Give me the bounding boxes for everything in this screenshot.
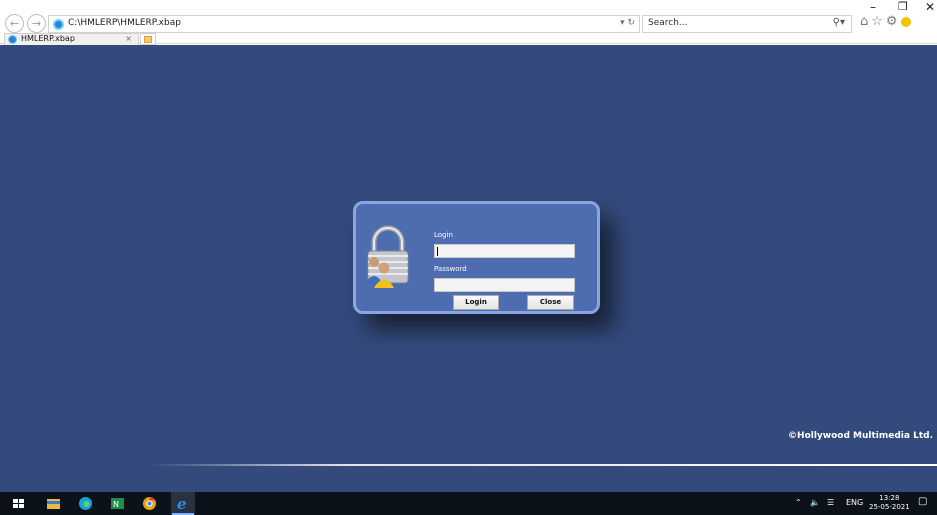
- back-arrow-icon: ←: [9, 17, 20, 30]
- restore-icon[interactable]: ❐: [898, 0, 908, 13]
- login-label: Login: [434, 231, 453, 239]
- internet-explorer-icon[interactable]: e: [176, 496, 191, 511]
- close-window-icon[interactable]: ✕: [925, 0, 935, 14]
- password-input[interactable]: [434, 278, 575, 292]
- feedback-smiley-icon[interactable]: [900, 16, 911, 27]
- ie-page-icon: [53, 19, 64, 30]
- home-icon[interactable]: ⌂: [860, 14, 871, 29]
- ie-tab-icon: [8, 35, 17, 44]
- new-tab-icon: [144, 36, 152, 43]
- login-button[interactable]: Login: [453, 295, 499, 310]
- clock-date: 25-05-2021: [869, 503, 910, 511]
- settings-gear-icon[interactable]: ⚙: [886, 14, 901, 29]
- footer-divider: [150, 464, 937, 466]
- notifications-icon[interactable]: ▢: [918, 496, 927, 507]
- forward-arrow-icon: →: [31, 17, 42, 30]
- forward-button[interactable]: →: [27, 14, 46, 33]
- text-caret: [437, 247, 438, 256]
- volume-icon[interactable]: 🔈: [810, 498, 820, 507]
- network-icon[interactable]: ☰: [827, 498, 834, 507]
- clock[interactable]: 13:28 25-05-2021: [869, 494, 910, 512]
- lock-users-icon: [365, 225, 409, 288]
- login-dialog: Login Password Login Close: [353, 201, 600, 314]
- show-hidden-icons[interactable]: ⌃: [795, 498, 802, 507]
- app-canvas: Login Password Login Close ©Hollywood Mu…: [0, 45, 937, 492]
- back-button[interactable]: ←: [5, 14, 24, 33]
- chrome-browser-icon[interactable]: [142, 496, 157, 511]
- copyright-text: ©Hollywood Multimedia Ltd.: [788, 431, 933, 441]
- address-bar[interactable]: C:\HMLERP\HMLERP.xbap ▾ ↻: [48, 15, 640, 33]
- browser-chrome: ← → C:\HMLERP\HMLERP.xbap ▾ ↻ Search... …: [0, 0, 937, 45]
- login-input[interactable]: [434, 244, 575, 258]
- minimize-icon[interactable]: –: [870, 0, 876, 14]
- windows-start-icon[interactable]: [11, 496, 26, 511]
- search-icon[interactable]: ⚲▾: [833, 17, 845, 28]
- clock-time: 13:28: [879, 494, 900, 502]
- edge-browser-icon[interactable]: [78, 496, 93, 511]
- address-text: C:\HMLERP\HMLERP.xbap: [68, 18, 181, 28]
- tab-title: HMLERP.xbap: [21, 34, 75, 43]
- spreadsheet-app-icon[interactable]: N: [110, 496, 125, 511]
- refresh-icon[interactable]: ▾ ↻: [620, 18, 635, 28]
- taskbar: N e ⌃ 🔈 ☰ ENG 13:28 25-05-2021 ▢: [0, 492, 937, 515]
- password-label: Password: [434, 265, 467, 273]
- toolbar-icons: ⌂☆⚙: [860, 14, 911, 29]
- search-placeholder: Search...: [648, 18, 688, 28]
- file-explorer-icon[interactable]: [46, 496, 61, 511]
- close-button[interactable]: Close: [527, 295, 574, 310]
- search-box[interactable]: Search... ⚲▾: [642, 15, 852, 33]
- new-tab-button[interactable]: [140, 33, 156, 45]
- tab-close-icon[interactable]: ×: [125, 34, 132, 43]
- language-indicator[interactable]: ENG: [846, 498, 863, 507]
- svg-text:e: e: [177, 496, 187, 511]
- browser-tab[interactable]: HMLERP.xbap ×: [4, 33, 139, 45]
- screen: ← → C:\HMLERP\HMLERP.xbap ▾ ↻ Search... …: [0, 0, 937, 515]
- favorites-icon[interactable]: ☆: [871, 14, 886, 29]
- svg-text:N: N: [113, 500, 119, 509]
